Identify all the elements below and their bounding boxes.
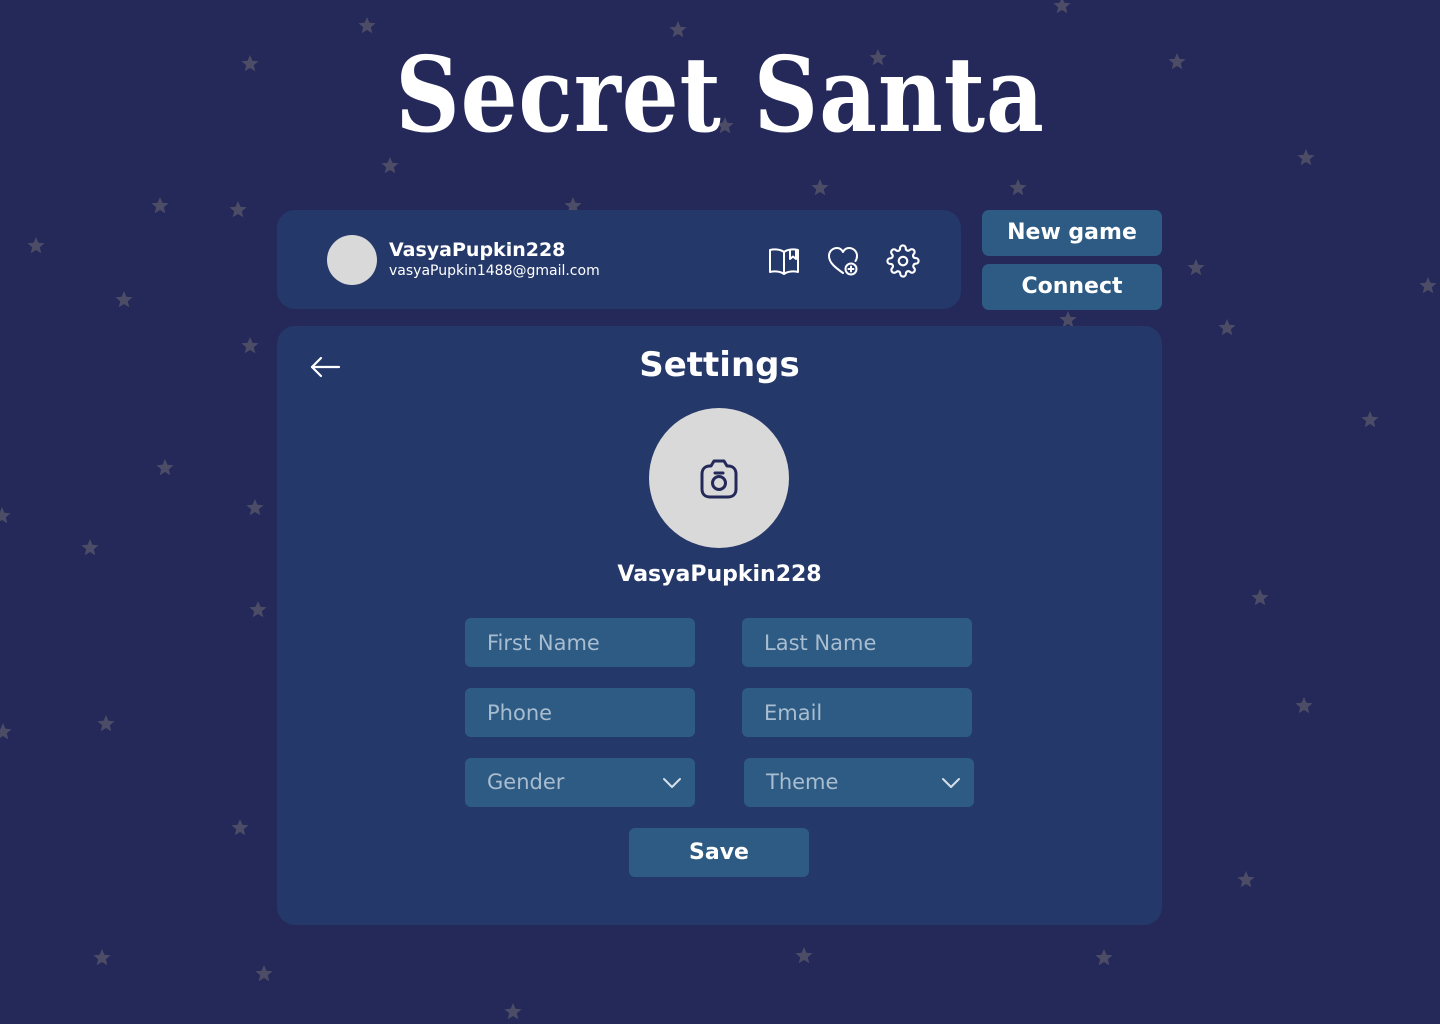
gender-select-value: Gender (487, 770, 565, 794)
heart-add-icon[interactable] (825, 243, 861, 279)
star-icon (0, 507, 11, 524)
settings-panel: Settings VasyaPupkin228 Gender Theme Sav… (277, 326, 1162, 925)
star-icon (811, 179, 829, 196)
star-icon (81, 539, 99, 556)
star-icon (1251, 589, 1269, 606)
star-icon (1187, 259, 1205, 276)
star-icon (504, 1003, 522, 1020)
first-name-field[interactable] (465, 618, 695, 667)
star-icon (1295, 697, 1313, 714)
star-icon (1053, 0, 1071, 14)
last-name-input[interactable] (742, 618, 972, 667)
profile-username: VasyaPupkin228 (389, 239, 566, 261)
profile-card: VasyaPupkin228 vasyaPupkin1488@gmail.com (277, 210, 961, 309)
star-icon (1419, 277, 1437, 294)
last-name-field[interactable] (742, 618, 972, 667)
page-title: Settings (639, 345, 800, 385)
avatar[interactable] (327, 235, 377, 285)
chevron-down-icon (663, 778, 681, 788)
star-icon (1009, 179, 1027, 196)
star-icon (249, 601, 267, 618)
star-icon (231, 819, 249, 836)
star-icon (1361, 411, 1379, 428)
camera-icon (700, 459, 738, 499)
star-icon (115, 291, 133, 308)
email-input[interactable] (742, 688, 972, 737)
star-icon (1059, 311, 1077, 328)
theme-select[interactable]: Theme (744, 758, 974, 807)
star-icon (229, 201, 247, 218)
star-icon (1218, 319, 1236, 336)
star-icon (1237, 871, 1255, 888)
star-icon (93, 949, 111, 966)
phone-field[interactable] (465, 688, 695, 737)
first-name-input[interactable] (465, 618, 695, 667)
profile-email: vasyaPupkin1488@gmail.com (389, 263, 600, 279)
gender-select[interactable]: Gender (465, 758, 695, 807)
star-icon (1095, 949, 1113, 966)
star-icon (151, 197, 169, 214)
save-button[interactable]: Save (629, 828, 809, 877)
open-book-icon[interactable] (766, 243, 802, 279)
star-icon (246, 499, 264, 516)
connect-button[interactable]: Connect (982, 264, 1162, 310)
settings-username: VasyaPupkin228 (617, 562, 822, 587)
star-icon (27, 237, 45, 254)
app-logo: Secret Santa (395, 33, 1045, 156)
star-icon (97, 715, 115, 732)
email-field[interactable] (742, 688, 972, 737)
star-icon (241, 337, 259, 354)
avatar-upload[interactable] (649, 408, 789, 548)
chevron-down-icon (942, 778, 960, 788)
phone-input[interactable] (465, 688, 695, 737)
new-game-button[interactable]: New game (982, 210, 1162, 256)
star-icon (795, 947, 813, 964)
star-icon (0, 723, 12, 740)
star-icon (255, 965, 273, 982)
star-icon (156, 459, 174, 476)
gear-icon[interactable] (885, 243, 921, 279)
theme-select-value: Theme (766, 770, 839, 794)
